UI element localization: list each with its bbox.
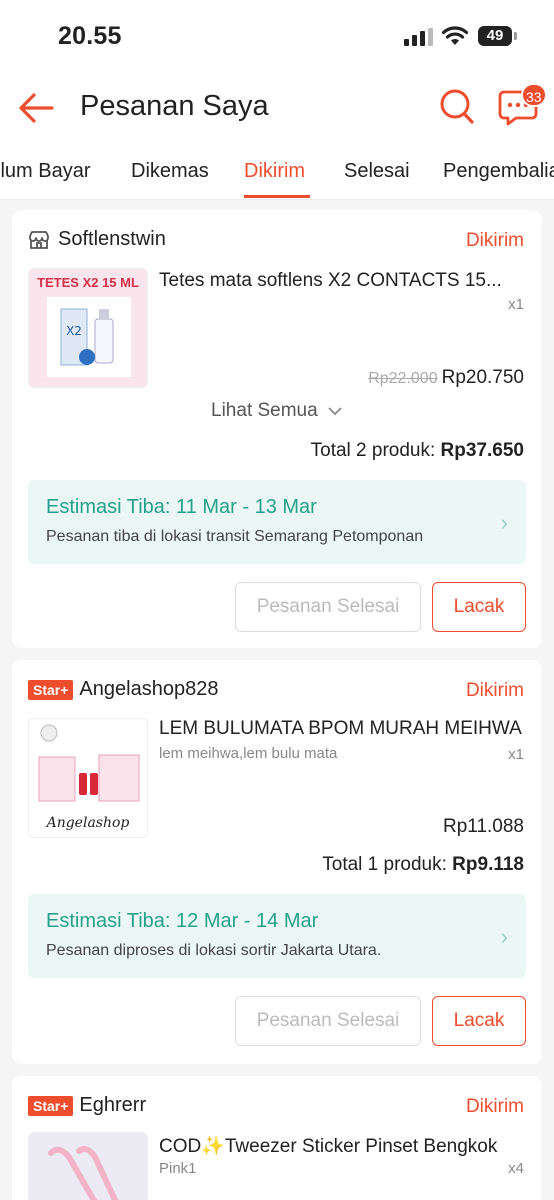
active-tab-indicator bbox=[244, 195, 310, 198]
svg-text:X2: X2 bbox=[66, 324, 82, 338]
product-qty: x4 bbox=[508, 1160, 524, 1177]
shop-name-label: Angelashop828 bbox=[79, 678, 219, 700]
order-tabs: Belum Bayar Dikemas Dikirim Selesai Peng… bbox=[0, 144, 554, 200]
original-price: Rp22.000 bbox=[368, 370, 438, 387]
chevron-right-icon: › bbox=[500, 924, 508, 949]
product-image[interactable]: Angelashop bbox=[28, 718, 148, 838]
battery-icon: 49 bbox=[478, 26, 517, 46]
status-time: 20.55 bbox=[58, 22, 122, 50]
chat-badge: 33 bbox=[521, 83, 547, 107]
order-total: Total 1 produk: Rp9.118 bbox=[322, 854, 524, 876]
star-plus-badge: Star+ bbox=[28, 1095, 74, 1116]
wifi-icon bbox=[441, 26, 469, 45]
product-name[interactable]: COD✨Tweezer Sticker Pinset Bengkok bbox=[159, 1134, 525, 1158]
app-header: Pesanan Saya 33 bbox=[0, 72, 554, 144]
product-qty: x1 bbox=[508, 296, 524, 313]
search-icon[interactable] bbox=[438, 87, 476, 127]
shop-name-label: Softlenstwin bbox=[58, 228, 166, 250]
back-arrow-icon[interactable] bbox=[16, 90, 56, 126]
tab-belum-bayar[interactable]: Belum Bayar bbox=[0, 160, 91, 183]
estimate-detail: Pesanan tiba di lokasi transit Semarang … bbox=[46, 528, 424, 545]
star-plus-badge: Star+ bbox=[28, 679, 74, 700]
product-image[interactable]: TETES X2 15 ML X2 bbox=[28, 268, 148, 388]
order-status: Dikirim bbox=[465, 680, 524, 701]
product-variant: lem meihwa,lem bulu mata bbox=[159, 745, 338, 762]
see-all-link[interactable]: Lihat Semua bbox=[12, 400, 542, 422]
shop-name-label: Eghrerr bbox=[79, 1094, 147, 1116]
tab-selesai[interactable]: Selesai bbox=[344, 160, 410, 183]
track-button[interactable]: Lacak bbox=[432, 996, 526, 1046]
product-image[interactable] bbox=[28, 1132, 148, 1200]
store-icon bbox=[29, 230, 49, 249]
tweezer-image bbox=[48, 1146, 119, 1200]
tab-pengembalian[interactable]: Pengembalian bbox=[443, 160, 554, 183]
estimate-title: Estimasi Tiba: 11 Mar - 13 Mar bbox=[46, 496, 317, 518]
product-name[interactable]: LEM BULUMATA BPOM MURAH MEIHWA bbox=[159, 718, 525, 740]
estimate-title: Estimasi Tiba: 12 Mar - 14 Mar bbox=[46, 910, 319, 932]
product-price: Rp11.088 bbox=[443, 816, 524, 837]
order-status: Dikirim bbox=[465, 1096, 524, 1117]
order-total: Total 2 produk: Rp37.650 bbox=[311, 440, 524, 462]
order-card[interactable]: Star+ Angelashop828 Dikirim Angelashop L… bbox=[12, 660, 542, 1064]
order-received-button[interactable]: Pesanan Selesai bbox=[235, 582, 421, 632]
see-all-label: Lihat Semua bbox=[211, 400, 318, 421]
order-received-button[interactable]: Pesanan Selesai bbox=[235, 996, 421, 1046]
status-bar: 20.55 49 bbox=[0, 0, 554, 72]
product-price: Rp22.000 Rp20.750 bbox=[368, 367, 524, 389]
shop-name[interactable]: Softlenstwin bbox=[28, 228, 166, 251]
shop-name[interactable]: Star+ Angelashop828 bbox=[28, 678, 218, 701]
total-value: Rp9.118 bbox=[452, 854, 524, 875]
shop-name[interactable]: Star+ Eghrerr bbox=[28, 1094, 146, 1117]
product-image-caption: TETES X2 15 ML bbox=[37, 275, 139, 290]
order-card[interactable]: Softlenstwin Dikirim TETES X2 15 ML X2 T… bbox=[12, 210, 542, 648]
tab-dikirim[interactable]: Dikirim bbox=[244, 160, 305, 183]
discount-price: Rp20.750 bbox=[441, 367, 524, 388]
order-status: Dikirim bbox=[465, 230, 524, 251]
product-name[interactable]: Tetes mata softlens X2 CONTACTS 15... bbox=[159, 270, 525, 292]
page-title: Pesanan Saya bbox=[80, 90, 269, 122]
delivery-estimate[interactable]: Estimasi Tiba: 12 Mar - 14 Mar Pesanan d… bbox=[28, 894, 526, 978]
order-card[interactable]: Star+ Eghrerr Dikirim COD✨Tweezer Sticke… bbox=[12, 1076, 542, 1200]
product-image-caption: Angelashop bbox=[46, 815, 130, 831]
cellular-signal-icon bbox=[404, 28, 433, 46]
estimate-detail: Pesanan diproses di lokasi sortir Jakart… bbox=[46, 942, 382, 959]
chevron-down-icon bbox=[328, 407, 342, 416]
tab-dikemas[interactable]: Dikemas bbox=[131, 160, 209, 183]
eye-drop-bottle-image: X2 bbox=[47, 297, 131, 377]
total-label: Total 1 produk: bbox=[322, 854, 447, 875]
product-qty: x1 bbox=[508, 746, 524, 763]
delivery-estimate[interactable]: Estimasi Tiba: 11 Mar - 13 Mar Pesanan t… bbox=[28, 480, 526, 564]
track-button[interactable]: Lacak bbox=[432, 582, 526, 632]
chevron-right-icon: › bbox=[500, 510, 508, 535]
product-variant: Pink1 bbox=[159, 1160, 197, 1177]
total-value: Rp37.650 bbox=[440, 440, 524, 461]
total-label: Total 2 produk: bbox=[310, 440, 436, 461]
